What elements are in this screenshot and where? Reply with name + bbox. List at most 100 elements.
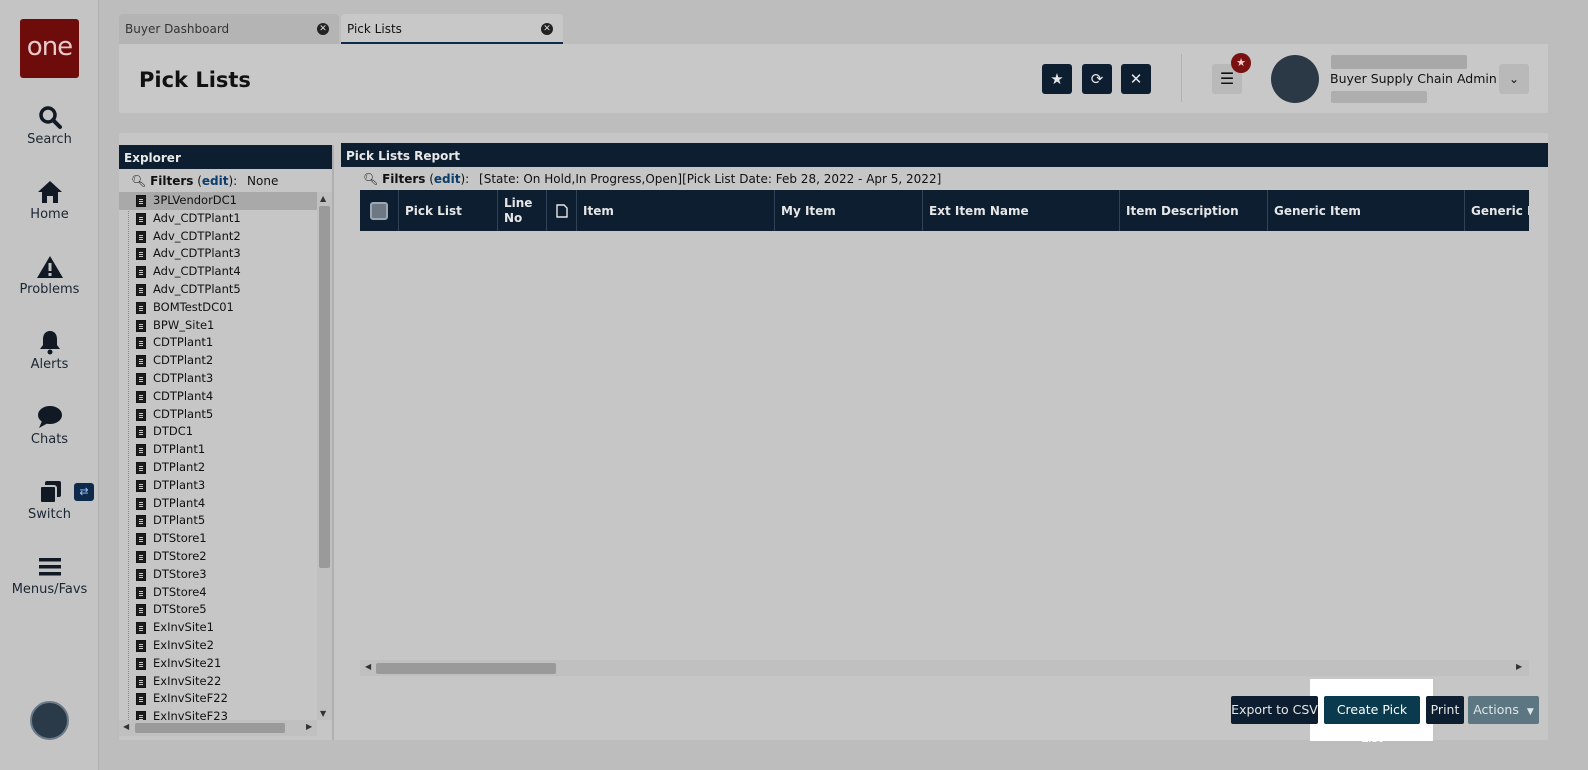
print-button[interactable]: Print <box>1426 696 1464 724</box>
document-icon <box>136 675 146 688</box>
scroll-thumb[interactable] <box>319 206 330 568</box>
scroll-right-icon[interactable]: ▶ <box>306 722 312 731</box>
tree-item[interactable]: BOMTestDC01 <box>119 299 317 317</box>
tree-item[interactable]: DTPlant4 <box>119 495 317 513</box>
export-csv-button[interactable]: Export to CSV <box>1231 696 1318 724</box>
explorer-filters-edit-link[interactable]: edit <box>202 174 229 188</box>
scroll-thumb[interactable] <box>135 723 285 733</box>
tree-item[interactable]: Adv_CDTPlant2 <box>119 228 317 246</box>
scroll-left-icon[interactable]: ◀ <box>365 662 371 671</box>
tab-pick-lists-label: Pick Lists <box>347 22 402 36</box>
tree-item-label: ExInvSite2 <box>153 637 214 652</box>
tree-item-label: BOMTestDC01 <box>153 299 234 314</box>
column-pick-list[interactable]: Pick List <box>399 190 498 231</box>
column-item[interactable]: Item <box>577 190 775 231</box>
scroll-right-icon[interactable]: ▶ <box>1516 662 1522 671</box>
tree-item[interactable]: CDTPlant2 <box>119 352 317 370</box>
tab-pick-lists[interactable]: Pick Lists ✕ <box>341 14 563 44</box>
tree-item[interactable]: DTPlant1 <box>119 441 317 459</box>
favorite-button[interactable]: ★ <box>1042 64 1072 94</box>
actions-button[interactable]: Actions ▼ <box>1468 696 1539 724</box>
column-my-item[interactable]: My Item <box>775 190 923 231</box>
tree-item-label: DTStore3 <box>153 566 207 581</box>
nav-alerts[interactable]: Alerts <box>0 329 99 372</box>
tree-item[interactable]: Adv_CDTPlant4 <box>119 263 317 281</box>
column-attachment[interactable] <box>547 190 577 231</box>
nav-search[interactable]: Search <box>0 104 99 147</box>
tree-item[interactable]: ExInvSite1 <box>119 619 317 637</box>
explorer-vertical-scrollbar[interactable]: ▲ ▼ <box>317 192 332 720</box>
document-icon <box>136 212 146 225</box>
one-logo[interactable]: one <box>20 19 79 78</box>
tree-item[interactable]: Adv_CDTPlant5 <box>119 281 317 299</box>
tree-item[interactable]: ExInvSite21 <box>119 655 317 673</box>
tab-buyer-dashboard[interactable]: Buyer Dashboard ✕ <box>119 14 339 44</box>
tree-item[interactable]: CDTPlant4 <box>119 388 317 406</box>
close-tab-icon[interactable]: ✕ <box>317 23 329 35</box>
column-item-description[interactable]: Item Description <box>1120 190 1268 231</box>
scroll-thumb[interactable] <box>376 663 556 674</box>
column-label: Generic Item <box>1274 203 1361 218</box>
nav-chats[interactable]: Chats <box>0 404 99 447</box>
report-horizontal-scrollbar[interactable]: ◀ ▶ <box>360 660 1529 676</box>
tree-item[interactable]: ExInvSiteF22 <box>119 690 317 708</box>
select-all-checkbox[interactable] <box>370 201 388 220</box>
report-title: Pick Lists Report <box>341 143 1548 167</box>
tree-item[interactable]: ExInvSiteF23 <box>119 708 317 720</box>
tree-item-label: DTStore5 <box>153 602 207 617</box>
column-generic-item[interactable]: Generic Item <box>1268 190 1465 231</box>
tree-item[interactable]: DTStore4 <box>119 584 317 602</box>
nav-alerts-label: Alerts <box>30 357 69 372</box>
tree-item[interactable]: CDTPlant5 <box>119 406 317 424</box>
user-avatar[interactable] <box>1271 55 1319 103</box>
document-icon <box>555 203 568 218</box>
column-generic-item-truncated[interactable]: Generic Ite <box>1465 190 1529 231</box>
scroll-down-icon[interactable]: ▼ <box>320 709 326 718</box>
tree-item[interactable]: CDTPlant1 <box>119 334 317 352</box>
document-icon <box>136 550 146 563</box>
user-menu-button[interactable]: ⌄ <box>1499 64 1529 94</box>
nav-home[interactable]: Home <box>0 179 99 222</box>
tree-item[interactable]: ExInvSite22 <box>119 673 317 691</box>
document-icon <box>136 444 146 457</box>
switch-badge-icon[interactable]: ⇄ <box>74 483 94 501</box>
nav-menus-favs[interactable]: Menus/Favs <box>0 554 99 597</box>
report-filters-value: [State: On Hold,In Progress,Open][Pick L… <box>479 172 942 186</box>
create-pick-list-button[interactable]: Create Pick List <box>1324 696 1420 745</box>
tree-item[interactable]: DTPlant5 <box>119 512 317 530</box>
tree-item[interactable]: Adv_CDTPlant3 <box>119 245 317 263</box>
document-icon <box>136 355 146 368</box>
column-line-no[interactable]: Line No <box>498 190 547 231</box>
tree-item[interactable]: BPW_Site1 <box>119 317 317 335</box>
scroll-left-icon[interactable]: ◀ <box>123 722 129 731</box>
tree-item[interactable]: DTStore2 <box>119 548 317 566</box>
tree-item[interactable]: DTStore3 <box>119 566 317 584</box>
tree-item-label: DTPlant2 <box>153 459 206 474</box>
scroll-up-icon[interactable]: ▲ <box>320 194 326 203</box>
tree-item[interactable]: DTPlant2 <box>119 459 317 477</box>
warning-icon <box>36 256 63 278</box>
tree-item[interactable]: DTPlant3 <box>119 477 317 495</box>
tree-item[interactable]: CDTPlant3 <box>119 370 317 388</box>
tree-item[interactable]: DTDC1 <box>119 423 317 441</box>
column-ext-item-name[interactable]: Ext Item Name <box>923 190 1120 231</box>
tree-item[interactable]: DTStore5 <box>119 601 317 619</box>
document-icon <box>136 693 146 706</box>
tree-item[interactable]: ExInvSite2 <box>119 637 317 655</box>
nav-problems[interactable]: Problems <box>0 254 99 297</box>
close-page-button[interactable]: ✕ <box>1121 64 1151 94</box>
report-filters: 🔍︎ Filters (edit): [State: On Hold,In Pr… <box>363 172 942 186</box>
tree-item-label: 3PLVendorDC1 <box>153 193 237 207</box>
refresh-button[interactable]: ⟳ <box>1082 64 1112 94</box>
close-tab-icon[interactable]: ✕ <box>541 23 553 35</box>
refresh-icon: ⟳ <box>1090 70 1104 88</box>
nav-user-avatar[interactable] <box>30 701 69 740</box>
tree-item[interactable]: 3PLVendorDC1 <box>119 192 317 210</box>
tree-item[interactable]: Adv_CDTPlant1 <box>119 210 317 228</box>
favorites-badge-icon[interactable]: ★ <box>1231 53 1251 73</box>
tree-item-label: CDTPlant3 <box>153 370 214 385</box>
user-name-redacted <box>1331 55 1467 69</box>
tree-item[interactable]: DTStore1 <box>119 530 317 548</box>
report-filters-edit-link[interactable]: edit <box>434 172 461 186</box>
explorer-horizontal-scrollbar[interactable]: ◀ ▶ <box>119 720 317 736</box>
